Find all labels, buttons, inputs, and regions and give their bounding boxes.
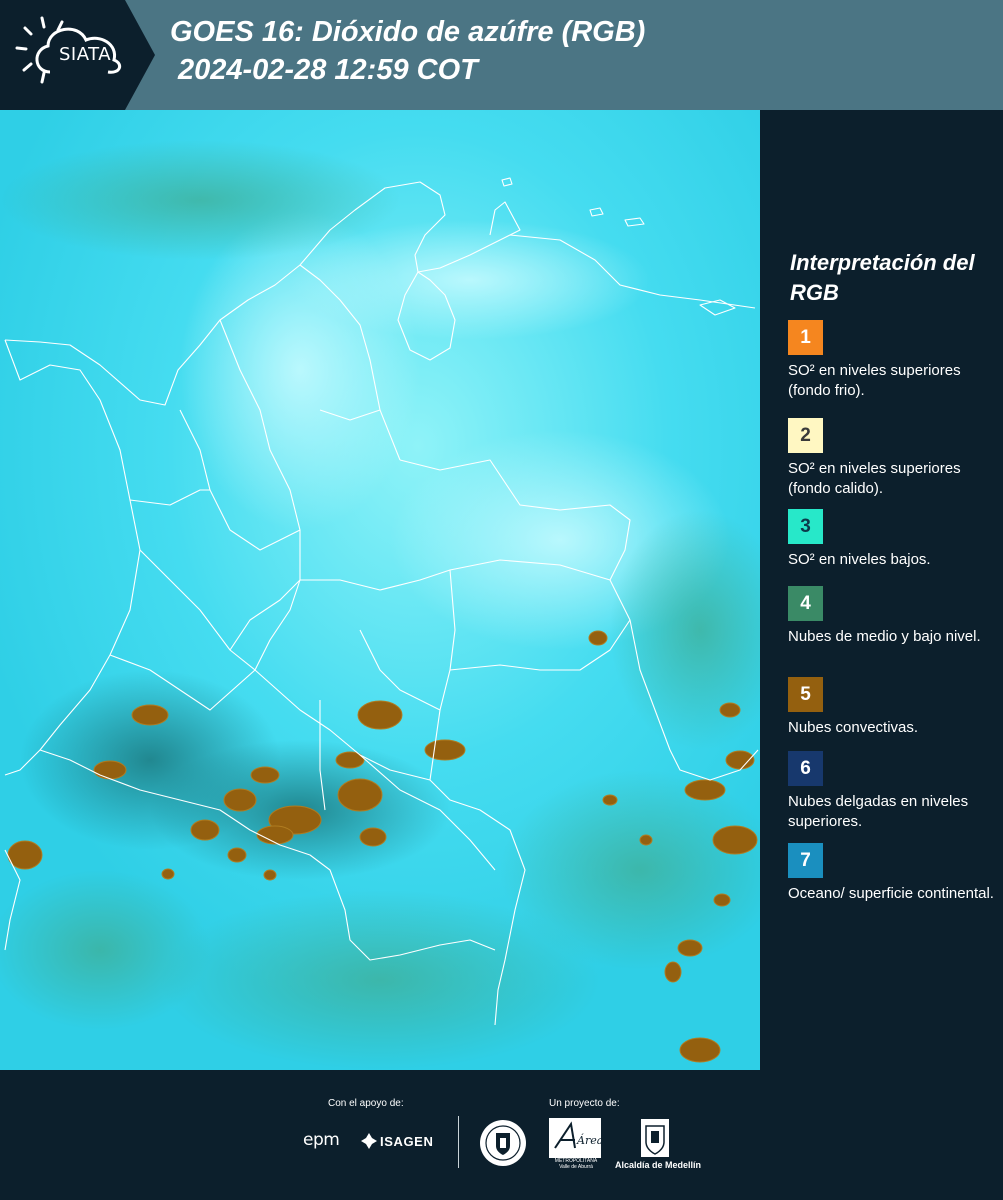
legend-swatch: 4	[788, 586, 823, 621]
legend-label: Oceano/ superficie continental.	[788, 885, 994, 902]
timestamp: 2024-02-28 12:59 COT	[178, 54, 478, 86]
convective-cell	[131, 704, 169, 726]
convective-cell	[664, 961, 682, 983]
legend-label: SO² en niveles superiores (fondo calido)…	[788, 460, 961, 497]
convective-cell	[250, 766, 280, 784]
convective-cell	[357, 700, 403, 730]
alcaldia-coat-of-arms-icon	[641, 1119, 669, 1157]
convective-cell	[713, 893, 731, 907]
footer-divider	[458, 1116, 459, 1168]
legend-item: 4 Nubes de medio y bajo nivel.	[788, 586, 1000, 667]
area-caption: METROPOLITANA Valle de Aburrá	[554, 1158, 598, 1170]
mid-cloud-region	[0, 870, 210, 1030]
convective-cell	[712, 825, 758, 855]
convective-cell	[337, 778, 383, 812]
convective-cell	[7, 840, 43, 870]
area-logo-text: Área	[576, 1133, 601, 1147]
convective-cell	[227, 847, 247, 863]
legend-swatch: 2	[788, 418, 823, 453]
legend-swatch: 6	[788, 751, 823, 786]
legend-panel: Interpretación del RGB 1 SO² en niveles …	[762, 110, 1003, 1070]
convective-cell	[684, 779, 726, 801]
legend-title: Interpretación del RGB	[790, 250, 975, 305]
legend-label: SO² en niveles superiores (fondo frio).	[788, 362, 961, 399]
convective-cell	[639, 834, 653, 846]
rgb-satellite-image	[0, 110, 760, 1070]
legend-item: 2 SO² en niveles superiores (fondo calid…	[788, 418, 1000, 499]
convective-cell	[602, 794, 618, 806]
medellin-seal-icon	[480, 1120, 526, 1166]
convective-cell	[93, 760, 127, 780]
legend-label: SO² en niveles bajos.	[788, 551, 931, 568]
legend-item: 5 Nubes convectivas.	[788, 677, 1000, 758]
isagen-icon	[361, 1133, 377, 1149]
legend-swatch: 5	[788, 677, 823, 712]
epm-logo: epm	[303, 1130, 340, 1150]
convective-cell	[223, 788, 257, 812]
convective-cell	[190, 819, 220, 841]
project-label: Un proyecto de:	[549, 1098, 620, 1109]
isagen-logo: ISAGEN	[380, 1134, 434, 1149]
siata-logo: SIATA	[0, 0, 160, 110]
legend-item: 1 SO² en niveles superiores (fondo frio)…	[788, 320, 1000, 401]
legend-item: 6 Nubes delgadas en niveles superiores.	[788, 751, 1000, 832]
alcaldia-text: Alcaldía de Medellín	[614, 1160, 702, 1170]
convective-cell	[263, 869, 277, 881]
convective-cell	[679, 1037, 721, 1063]
convective-cell	[677, 939, 703, 957]
logo-text: SIATA	[58, 44, 112, 65]
legend-label: Nubes delgadas en niveles superiores.	[788, 793, 969, 830]
convective-cell	[725, 750, 755, 770]
legend-swatch: 3	[788, 509, 823, 544]
legend-item: 3 SO² en niveles bajos.	[788, 509, 1000, 590]
legend-item: 7 Oceano/ superficie continental.	[788, 843, 1000, 924]
satellite-map	[0, 110, 760, 1070]
convective-cell	[359, 827, 387, 847]
footer: Con el apoyo de: Un proyecto de: epm ISA…	[0, 1070, 1003, 1200]
area-metropolitana-logo: Área	[549, 1118, 601, 1158]
header: SIATA GOES 16: Dióxido de azúfre (RGB) 2…	[0, 0, 1003, 110]
mid-cloud-region	[0, 140, 400, 260]
convective-cell	[424, 739, 466, 761]
support-label: Con el apoyo de:	[328, 1098, 404, 1109]
convective-cell	[719, 702, 741, 718]
legend-swatch: 7	[788, 843, 823, 878]
legend-label: Nubes de medio y bajo nivel.	[788, 628, 981, 645]
legend-swatch: 1	[788, 320, 823, 355]
convective-cell	[256, 825, 294, 845]
page-title: GOES 16: Dióxido de azúfre (RGB)	[170, 16, 646, 48]
convective-cell	[588, 630, 608, 646]
convective-cell	[161, 868, 175, 880]
